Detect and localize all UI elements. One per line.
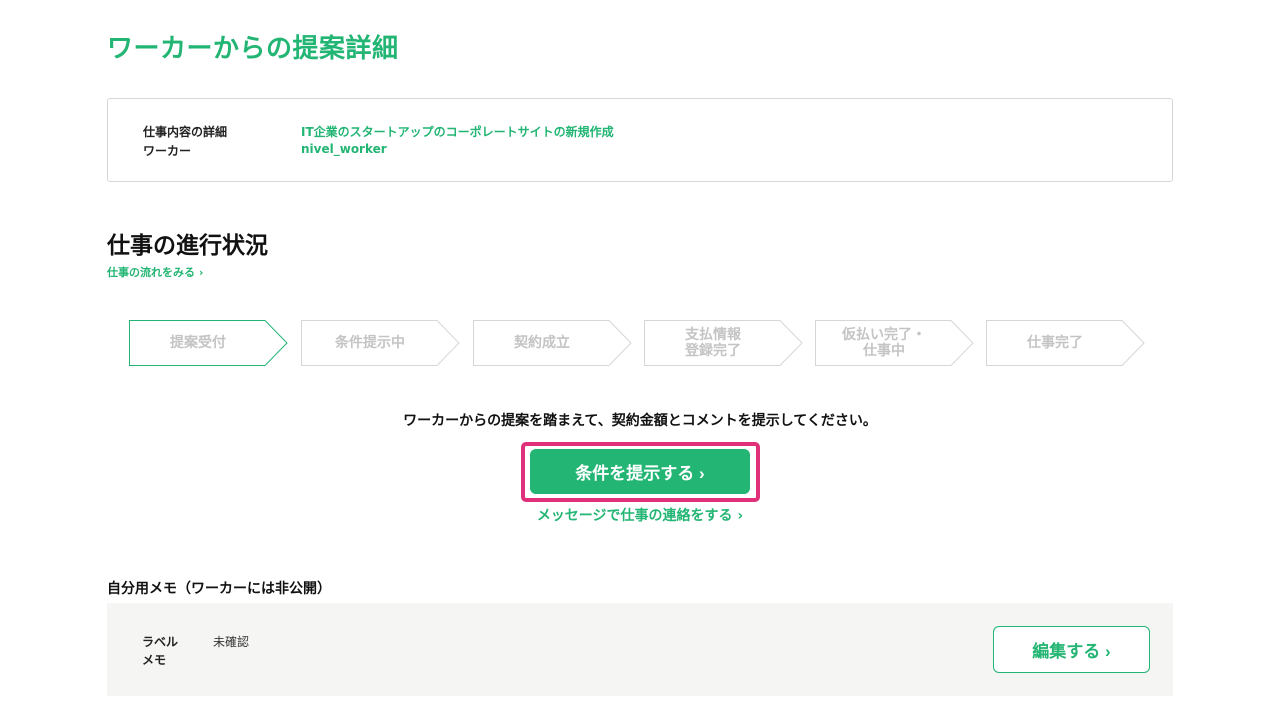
memo-note-row: メモ — [142, 651, 213, 668]
memo-title: 自分用メモ（ワーカーには非公開） — [107, 581, 331, 597]
message-link[interactable]: メッセージで仕事の連絡をする › — [0, 505, 1280, 525]
proposal-details-box: 仕事内容の詳細 IT企業のスタートアップのコーポレートサイトの新規作成 ワーカー… — [107, 98, 1173, 182]
job-detail-label: 仕事内容の詳細 — [143, 125, 228, 139]
worker-row: ワーカー nivel_worker — [143, 142, 387, 159]
job-detail-row: 仕事内容の詳細 IT企業のスタートアップのコーポレートサイトの新規作成 — [143, 123, 614, 140]
step-label: 条件提示中 — [335, 335, 405, 351]
step-proposal-received: 提案受付 — [129, 320, 289, 366]
step-label: 支払情報 登録完了 — [685, 327, 741, 359]
step-label: 契約成立 — [514, 335, 570, 351]
label-field-label: ラベル — [142, 635, 179, 649]
present-conditions-button[interactable]: 条件を提示する › — [530, 449, 750, 494]
step-job-complete: 仕事完了 — [986, 320, 1146, 366]
step-contract-concluded: 契約成立 — [473, 320, 633, 366]
step-label: 提案受付 — [170, 335, 226, 351]
memo-field-label: メモ — [142, 653, 167, 667]
edit-memo-button[interactable]: 編集する › — [993, 626, 1150, 673]
step-label: 仕事完了 — [1027, 335, 1083, 351]
memo-label-row: ラベル 未確認 — [142, 633, 249, 650]
step-label: 仮払い完了・ 仕事中 — [842, 327, 926, 359]
worker-label: ワーカー — [143, 144, 192, 158]
step-presenting-conditions: 条件提示中 — [301, 320, 461, 366]
instruction-text: ワーカーからの提案を踏まえて、契約金額とコメントを提示してください。 — [403, 413, 877, 429]
label-field-value: 未確認 — [213, 635, 250, 649]
view-flow-link[interactable]: 仕事の流れをみる › — [107, 264, 203, 280]
progress-title: 仕事の進行状況 — [107, 233, 268, 259]
worker-link[interactable]: nivel_worker — [301, 142, 387, 159]
step-escrow-working: 仮払い完了・ 仕事中 — [815, 320, 975, 366]
memo-box: ラベル 未確認 メモ 編集する › — [107, 603, 1173, 696]
page-title: ワーカーからの提案詳細 — [107, 34, 399, 64]
step-payment-info-registered: 支払情報 登録完了 — [644, 320, 804, 366]
job-detail-link[interactable]: IT企業のスタートアップのコーポレートサイトの新規作成 — [301, 123, 614, 140]
